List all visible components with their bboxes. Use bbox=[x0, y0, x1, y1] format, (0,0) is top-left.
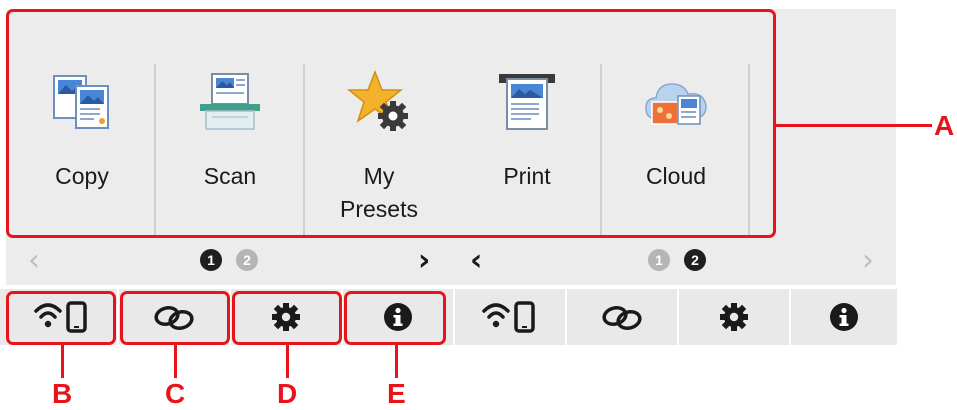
bottom-bar-divider bbox=[677, 289, 679, 345]
callout-label-d: D bbox=[277, 378, 298, 409]
callout-box-d bbox=[232, 291, 342, 345]
pager-row bbox=[6, 237, 896, 285]
callout-line-d bbox=[286, 345, 289, 378]
bottom-bar-divider bbox=[453, 289, 455, 345]
wifi-phone-icon bbox=[482, 301, 535, 333]
next-page-button-right[interactable]: › bbox=[862, 237, 874, 285]
callout-box-c bbox=[120, 291, 230, 345]
prev-page-button-right[interactable]: ‹ bbox=[470, 237, 482, 285]
page-indicator-1: 1 bbox=[648, 249, 670, 271]
bottom-bar-divider bbox=[565, 289, 567, 345]
link-icon bbox=[602, 306, 642, 330]
wireless-connect-button[interactable] bbox=[568, 289, 676, 345]
setup-button[interactable] bbox=[680, 289, 788, 345]
callout-label-b: B bbox=[52, 378, 73, 409]
callout-line-e bbox=[395, 345, 398, 378]
callout-label-a: A bbox=[934, 110, 955, 141]
wireless-status-button[interactable] bbox=[456, 289, 564, 345]
callout-box-a bbox=[6, 9, 776, 238]
prev-page-button-left[interactable]: ‹ bbox=[28, 237, 40, 285]
callout-box-b bbox=[6, 291, 116, 345]
next-page-button-left[interactable]: › bbox=[418, 237, 430, 285]
info-button[interactable] bbox=[792, 289, 896, 345]
callout-box-e bbox=[344, 291, 446, 345]
callout-label-c: C bbox=[165, 378, 186, 409]
info-icon bbox=[830, 303, 858, 331]
callout-line-a bbox=[776, 124, 932, 127]
bottom-bar-divider bbox=[789, 289, 791, 345]
settings-gear-icon bbox=[720, 303, 748, 331]
bottom-bar-divider bbox=[117, 289, 119, 345]
callout-line-b bbox=[61, 345, 64, 378]
page-indicator-2: 2 bbox=[684, 249, 706, 271]
callout-line-c bbox=[174, 345, 177, 378]
page-indicator-2: 2 bbox=[236, 249, 258, 271]
callout-label-e: E bbox=[387, 378, 406, 409]
page-indicator-1: 1 bbox=[200, 249, 222, 271]
